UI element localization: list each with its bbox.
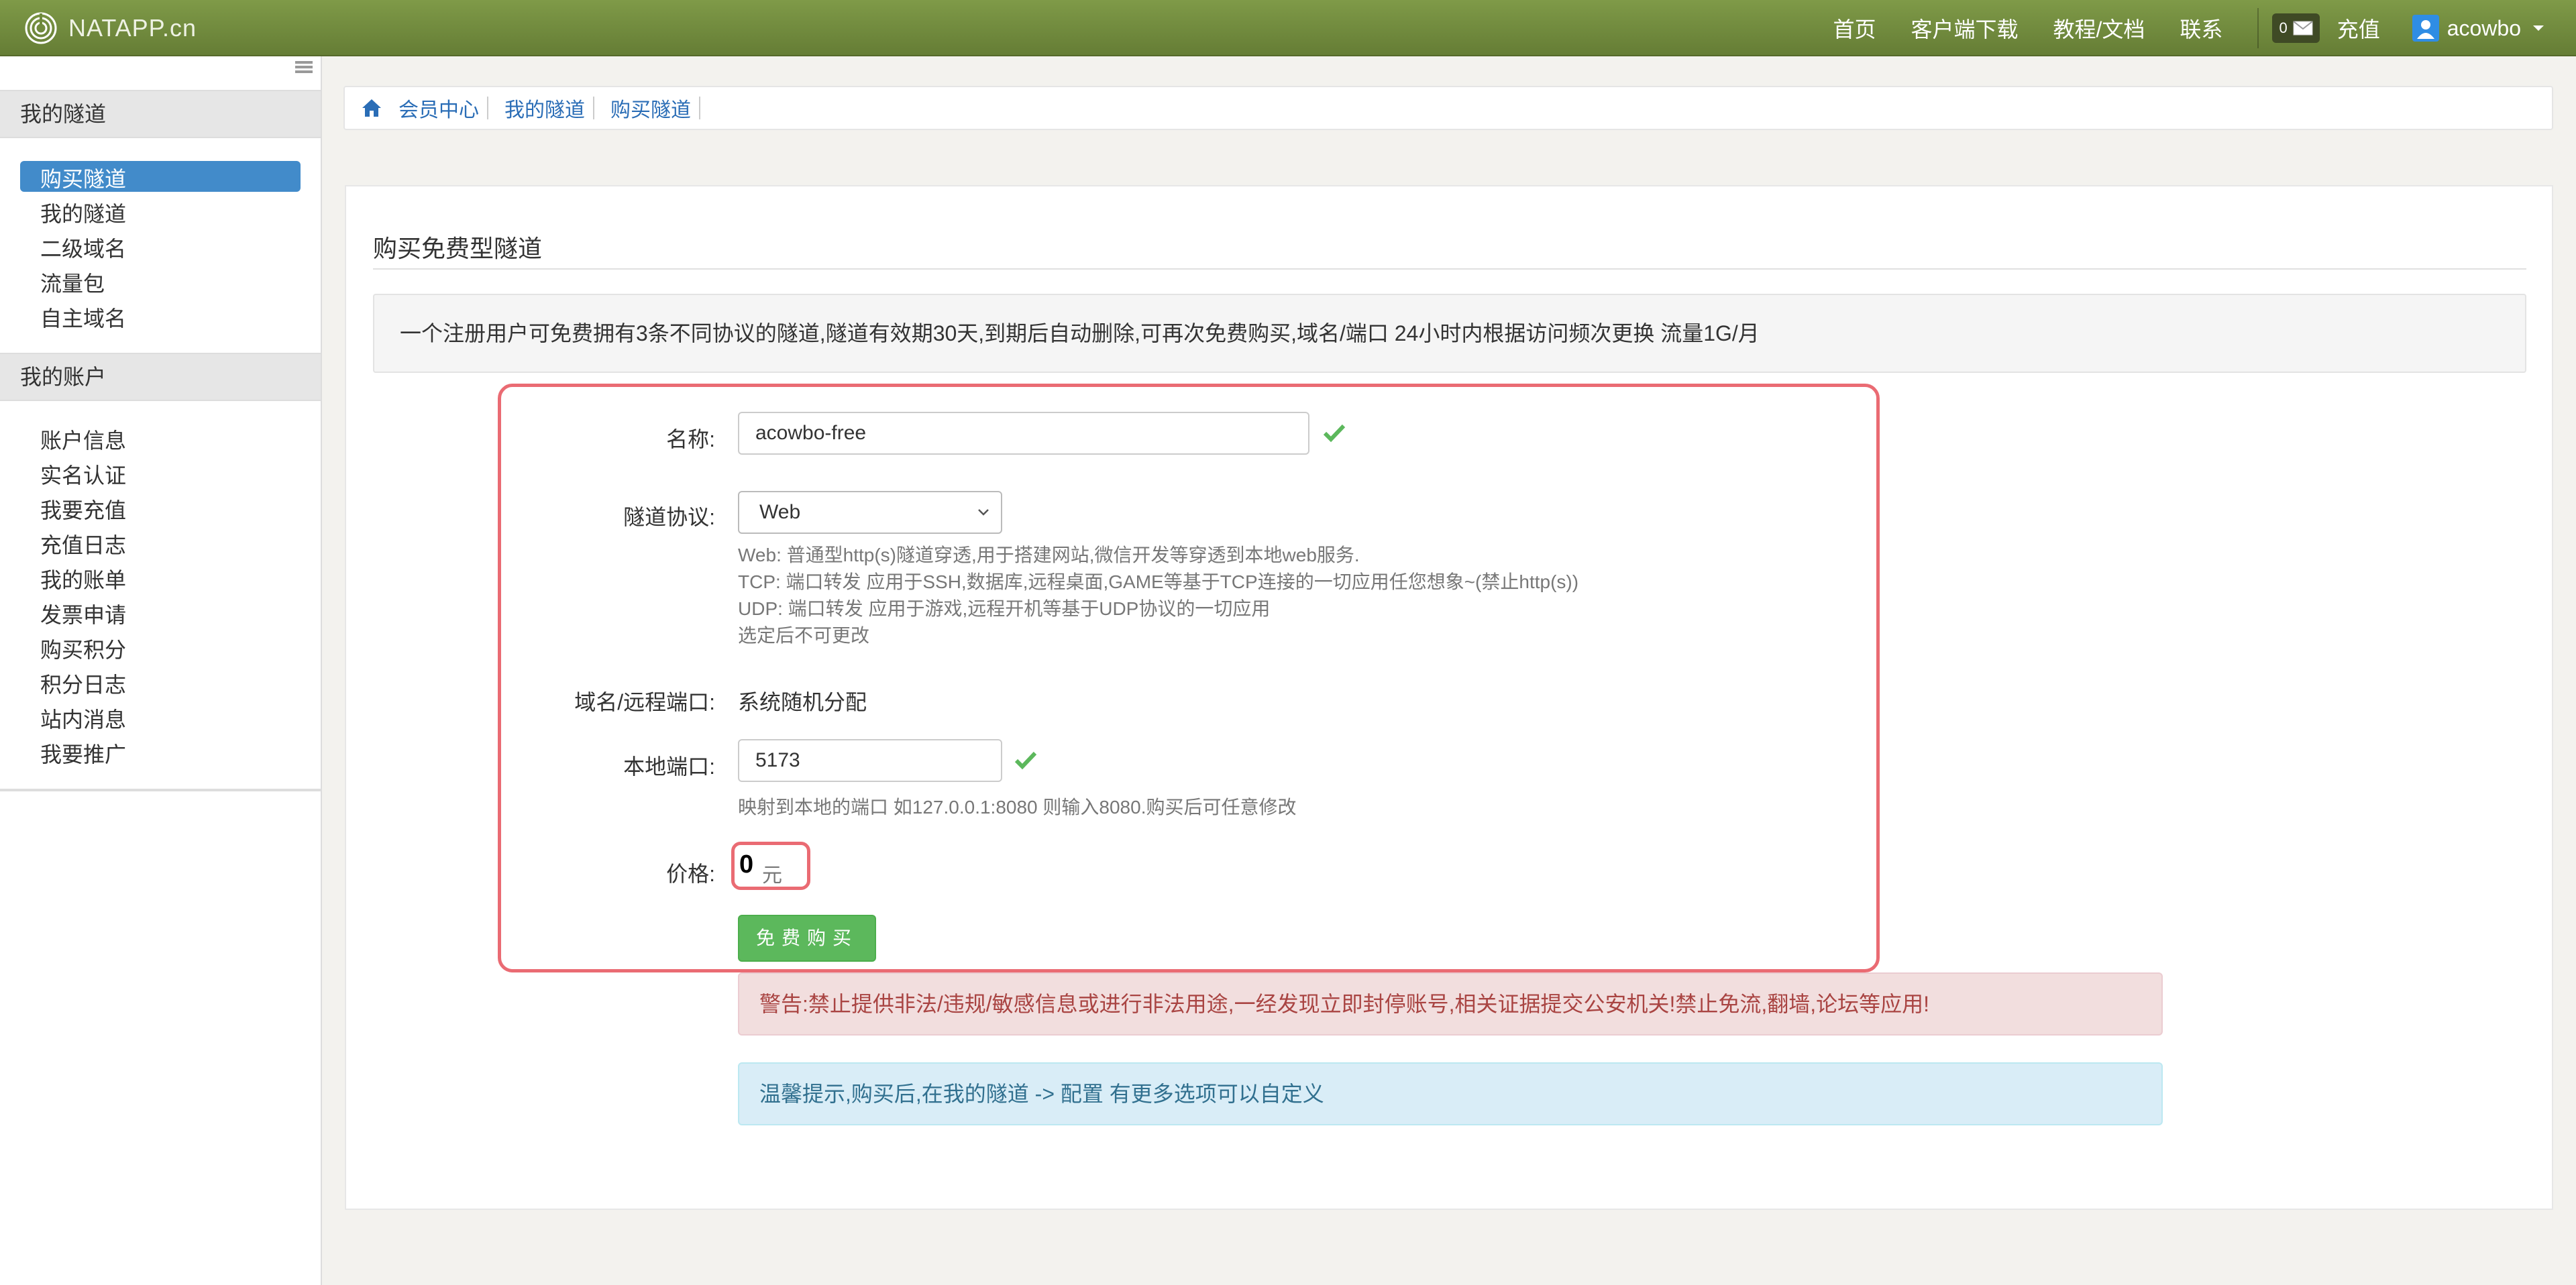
nav-docs[interactable]: 教程/文档 bbox=[2053, 13, 2145, 44]
sidebar-item-my-tunnels[interactable]: 我的隧道 bbox=[40, 197, 126, 228]
protocol-label: 隧道协议: bbox=[623, 505, 715, 529]
sidebar-item-recharge[interactable]: 我要充值 bbox=[40, 494, 126, 524]
home-icon[interactable] bbox=[361, 97, 382, 119]
sidebar-bottom-border bbox=[0, 789, 322, 791]
message-badge[interactable]: 0 bbox=[2272, 13, 2320, 43]
price-value: 0 bbox=[739, 850, 754, 879]
user-menu[interactable]: acowbo bbox=[2412, 15, 2544, 42]
nav-contact[interactable]: 联系 bbox=[2180, 13, 2222, 44]
protocol-select[interactable]: Web bbox=[738, 491, 1002, 534]
domain-label: 域名/远程端口: bbox=[574, 690, 715, 714]
sidebar-group-tunnels[interactable]: 我的隧道 bbox=[0, 90, 321, 138]
chevron-down-icon bbox=[2533, 25, 2544, 31]
breadcrumb: 会员中心 我的隧道 购买隧道 bbox=[343, 86, 2553, 130]
message-count: 0 bbox=[2279, 19, 2288, 36]
info-notice: 一个注册用户可免费拥有3条不同协议的隧道,隧道有效期30天,到期后自动删除,可再… bbox=[373, 294, 2526, 373]
protocol-help-udp: UDP: 端口转发 应用于游戏,远程开机等基于UDP协议的一切应用 bbox=[738, 598, 1271, 619]
sidebar-item-buy-tunnel[interactable]: 购买隧道 bbox=[40, 162, 126, 193]
breadcrumb-separator bbox=[593, 97, 594, 119]
local-port-help: 映射到本地的端口 如127.0.0.1:8080 则输入8080.购买后可任意修… bbox=[738, 797, 1297, 818]
envelope-icon bbox=[2293, 21, 2313, 36]
sidebar-item-messages[interactable]: 站内消息 bbox=[40, 703, 126, 734]
username: acowbo bbox=[2447, 15, 2521, 40]
free-buy-button[interactable]: 免费购买 bbox=[738, 915, 876, 962]
local-port-label: 本地端口: bbox=[623, 755, 715, 779]
name-valid-check-icon bbox=[1323, 424, 1346, 443]
protocol-help-tcp: TCP: 端口转发 应用于SSH,数据库,远程桌面,GAME等基于TCP连接的一… bbox=[738, 571, 1579, 592]
breadcrumb-my-tunnels[interactable]: 我的隧道 bbox=[504, 93, 585, 123]
sidebar-item-verification[interactable]: 实名认证 bbox=[40, 459, 126, 490]
price-unit: 元 bbox=[762, 864, 782, 887]
sidebar-collapse-icon[interactable] bbox=[294, 59, 314, 75]
sidebar-group-account[interactable]: 我的账户 bbox=[0, 353, 321, 401]
sidebar-item-account-info[interactable]: 账户信息 bbox=[40, 424, 126, 455]
port-valid-check-icon bbox=[1014, 751, 1037, 770]
domain-value: 系统随机分配 bbox=[738, 690, 867, 714]
title-divider bbox=[373, 268, 2526, 270]
nav-client-download[interactable]: 客户端下载 bbox=[1911, 13, 2019, 44]
protocol-help-note: 选定后不可更改 bbox=[738, 625, 870, 646]
nav-recharge[interactable]: 充值 bbox=[2337, 13, 2380, 44]
brand-name: NATAPP.cn bbox=[68, 14, 197, 42]
breadcrumb-separator bbox=[699, 97, 700, 119]
sidebar-item-custom-domain[interactable]: 自主域名 bbox=[40, 302, 126, 333]
name-input[interactable]: acowbo-free bbox=[738, 412, 1309, 455]
name-label: 名称: bbox=[666, 427, 715, 451]
natapp-logo-icon bbox=[25, 12, 57, 44]
sidebar-item-points-log[interactable]: 积分日志 bbox=[40, 668, 126, 699]
sidebar-item-invoice[interactable]: 发票申请 bbox=[40, 598, 126, 629]
nav-home[interactable]: 首页 bbox=[1833, 13, 1876, 44]
top-navbar: NATAPP.cn 首页 客户端下载 教程/文档 联系 0 充值 acowbo bbox=[0, 0, 2576, 56]
price-label: 价格: bbox=[666, 862, 715, 886]
protocol-help-web: Web: 普通型http(s)隧道穿透,用于搭建网站,微信开发等穿透到本地web… bbox=[738, 545, 1360, 565]
breadcrumb-buy-tunnel[interactable]: 购买隧道 bbox=[610, 93, 691, 123]
breadcrumb-separator bbox=[487, 97, 488, 119]
sidebar-item-subdomain[interactable]: 二级域名 bbox=[40, 232, 126, 263]
sidebar-item-bills[interactable]: 我的账单 bbox=[40, 563, 126, 594]
sidebar-item-recharge-log[interactable]: 充值日志 bbox=[40, 528, 126, 559]
user-avatar-icon bbox=[2412, 15, 2439, 42]
nav-divider bbox=[2257, 8, 2259, 48]
sidebar-item-promotion[interactable]: 我要推广 bbox=[40, 738, 126, 769]
tip-alert: 温馨提示,购买后,在我的隧道 -> 配置 有更多选项可以自定义 bbox=[738, 1062, 2163, 1125]
main-panel: 购买免费型隧道 一个注册用户可免费拥有3条不同协议的隧道,隧道有效期30天,到期… bbox=[345, 185, 2553, 1210]
warning-alert: 警告:禁止提供非法/违规/敏感信息或进行非法用途,一经发现立即封停账号,相关证据… bbox=[738, 972, 2163, 1036]
sidebar: 我的隧道 购买隧道 我的隧道 二级域名 流量包 自主域名 我的账户 账户信息 实… bbox=[0, 56, 322, 1285]
sidebar-item-traffic-pack[interactable]: 流量包 bbox=[40, 267, 105, 298]
breadcrumb-member-center[interactable]: 会员中心 bbox=[398, 93, 479, 123]
brand[interactable]: NATAPP.cn bbox=[24, 8, 197, 48]
page-title: 购买免费型隧道 bbox=[373, 235, 543, 262]
protocol-selected-value: Web bbox=[759, 501, 801, 523]
local-port-input[interactable]: 5173 bbox=[738, 739, 1002, 782]
chevron-down-icon bbox=[978, 509, 989, 516]
sidebar-item-buy-points[interactable]: 购买积分 bbox=[40, 633, 126, 664]
